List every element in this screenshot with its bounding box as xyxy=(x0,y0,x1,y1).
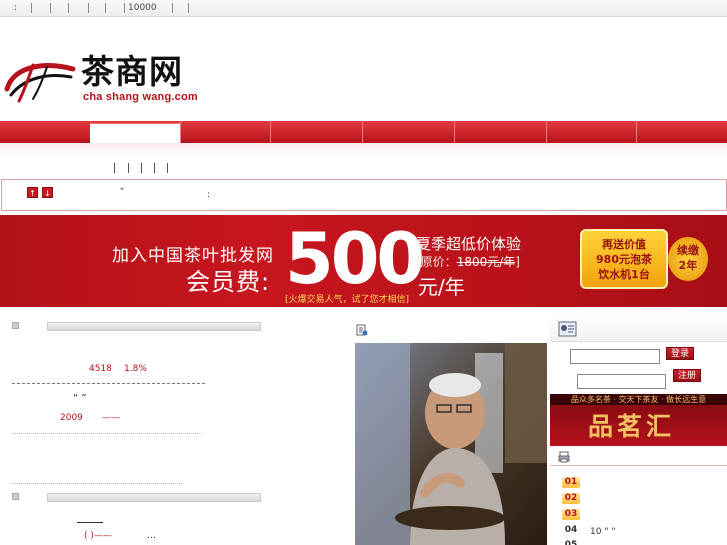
topbar-colon: : xyxy=(14,3,18,13)
paren-dash-text[interactable]: ( )—— xyxy=(84,531,112,541)
stat-count: 4518 xyxy=(89,364,112,374)
register-button[interactable]: 注册 xyxy=(673,369,701,382)
ellipsis-text: … xyxy=(147,531,156,541)
login-button[interactable]: 登录 xyxy=(666,347,694,360)
gift-line: 再送价值 xyxy=(602,238,646,251)
printer-icon xyxy=(558,451,570,463)
dashed-divider xyxy=(12,383,205,384)
topbar-separator xyxy=(105,3,106,13)
gift-line: 980元泡茶 xyxy=(596,253,652,266)
banner-price: 500 xyxy=(285,218,425,300)
topbar-separator xyxy=(31,3,32,13)
main-navigation xyxy=(0,121,727,156)
notice-bar: ↑ ↓ " : xyxy=(1,179,727,211)
banner-per-year: 元/年 xyxy=(418,275,465,299)
year-text[interactable]: 2009 xyxy=(60,413,83,423)
quote-marks: “ ” xyxy=(73,393,87,404)
nav-item[interactable] xyxy=(180,121,270,143)
subnav-separator xyxy=(154,163,155,173)
ad-title: 品茗汇 xyxy=(588,412,676,441)
topbar-hotline-number: 10000 xyxy=(128,3,157,13)
photo-image xyxy=(355,343,547,545)
login-form xyxy=(550,342,727,394)
banner-original-price: [原价：1800元/年] xyxy=(416,253,520,270)
stat-percent: 1.8% xyxy=(124,364,147,374)
notice-colon: : xyxy=(207,190,211,200)
nav-item[interactable] xyxy=(546,121,636,143)
topbar-separator xyxy=(68,3,69,13)
renew-line: 续缴 xyxy=(677,244,699,257)
photo-news-icon xyxy=(356,324,368,336)
featured-photo[interactable] xyxy=(355,343,547,545)
rank-item-text[interactable]: 10 " " xyxy=(590,527,615,537)
subnav-separator xyxy=(167,163,168,173)
scroll-up-icon[interactable]: ↑ xyxy=(27,187,38,198)
rank-number: 04 xyxy=(564,525,578,535)
rank-number: 03 xyxy=(562,509,580,520)
banner-slogan: [火爆交易人气，试了您才相信] xyxy=(285,295,410,305)
username-input[interactable] xyxy=(570,349,660,364)
banner-season-text: 夏季超低价体验 xyxy=(416,235,522,253)
logo-domain: cha shang wang.com xyxy=(83,91,198,103)
member-icon xyxy=(558,321,577,337)
ad-slogan: 品众多名茶 · 交天下茶友 · 做长远生意 xyxy=(550,394,727,405)
rank-number: 05 xyxy=(564,540,578,545)
gift-line: 饮水机1台 xyxy=(598,268,650,281)
subnav-separator xyxy=(128,163,129,173)
original-prefix: [原价： xyxy=(416,255,457,269)
renew-badge: 续缴 2年 xyxy=(668,237,708,281)
gift-badge: 再送价值 980元泡茶 饮水机1台 xyxy=(580,229,668,289)
top-utility-bar: : 10000 xyxy=(0,0,727,17)
nav-item[interactable] xyxy=(270,121,362,143)
section-title-bar xyxy=(47,493,261,502)
ranking-list-header xyxy=(550,448,727,466)
site-logo[interactable]: 茶商网 cha shang wang.com xyxy=(3,52,198,105)
underline-link[interactable] xyxy=(77,522,103,523)
page: : 10000 茶商网 cha shang wang.com ↑ ↓ ": 加… xyxy=(0,0,727,545)
section-bullet-icon xyxy=(12,322,19,329)
dash-text: —— xyxy=(102,413,120,423)
dotted-divider xyxy=(12,433,202,434)
rank-number: 01 xyxy=(562,477,580,488)
password-input[interactable] xyxy=(577,374,666,389)
nav-item[interactable] xyxy=(636,121,727,143)
dotted-divider xyxy=(12,483,182,484)
notice-quote: " xyxy=(120,187,125,197)
topbar-separator xyxy=(172,3,173,13)
renew-line: 2年 xyxy=(678,259,698,272)
original-suffix: ] xyxy=(515,255,520,269)
nav-item[interactable] xyxy=(454,121,546,143)
original-price-value: 1800元/年 xyxy=(456,255,516,269)
membership-banner[interactable]: 加入中国茶叶批发网 会员费: 500 夏季超低价体验 [原价：1800元/年] … xyxy=(0,215,727,307)
banner-fee-label: 会员费: xyxy=(186,268,271,296)
subnav-separator xyxy=(141,163,142,173)
rank-number: 02 xyxy=(562,493,580,504)
topbar-separator xyxy=(188,3,189,13)
nav-shadow xyxy=(0,143,727,156)
topbar-separator xyxy=(124,3,125,13)
pinming-ad-banner[interactable]: 品众多名茶 · 交天下茶友 · 做长远生意 品茗汇 xyxy=(550,394,727,446)
topbar-separator xyxy=(50,3,51,13)
scroll-down-icon[interactable]: ↓ xyxy=(42,187,53,198)
logo-domain-text: cha shang wang.com xyxy=(83,91,198,103)
section-bullet-icon xyxy=(12,493,19,500)
nav-item-active[interactable] xyxy=(90,123,180,143)
section-title-bar xyxy=(47,322,261,331)
subnav-separator xyxy=(114,163,115,173)
member-login-header xyxy=(550,316,727,342)
logo-chinese-name: 茶商网 xyxy=(81,52,183,91)
logo-swirl-icon xyxy=(3,55,77,105)
topbar-separator xyxy=(88,3,89,13)
nav-item[interactable] xyxy=(362,121,454,143)
